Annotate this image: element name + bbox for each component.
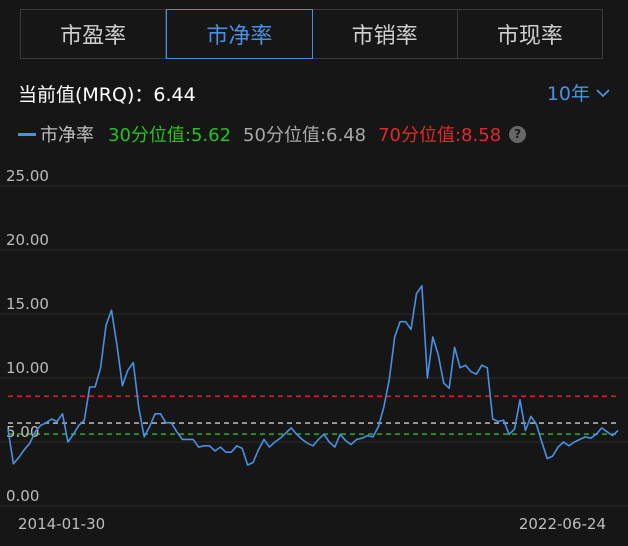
- legend-p50: 50分位值:6.48: [243, 125, 367, 146]
- y-tick-label: 25.00: [6, 167, 49, 185]
- series-swatch: [18, 132, 36, 136]
- series-line: [7, 285, 619, 466]
- period-label: 10年: [546, 83, 590, 105]
- chevron-down-icon: [596, 88, 610, 97]
- tab-pcf-ratio[interactable]: 市现率: [458, 10, 602, 58]
- x-end-label: 2022-06-24: [518, 515, 606, 533]
- legend-series-name: 市净率: [40, 125, 94, 146]
- y-tick-label: 0.00: [6, 487, 39, 505]
- current-value-label: 当前值(MRQ)：: [18, 84, 154, 106]
- legend-p70: 70分位值:8.58: [378, 125, 502, 146]
- current-value: 当前值(MRQ)：6.44: [18, 80, 196, 107]
- y-tick-label: 15.00: [6, 295, 49, 313]
- chart-legend: 市净率 30分位值:5.62 50分位值:6.48 70分位值:8.58 ?: [18, 121, 527, 147]
- tab-pb-ratio[interactable]: 市净率: [166, 9, 313, 59]
- y-tick-label: 20.00: [6, 231, 49, 249]
- legend-p30: 30分位值:5.62: [108, 125, 232, 146]
- help-icon[interactable]: ?: [509, 125, 527, 143]
- pb-ratio-chart: 25.0020.0015.0010.005.000.00: [0, 167, 628, 507]
- x-start-label: 2014-01-30: [18, 515, 106, 533]
- tab-pe-ratio[interactable]: 市盈率: [21, 10, 167, 58]
- tab-ps-ratio[interactable]: 市销率: [313, 10, 458, 58]
- valuation-tabs: 市盈率 市净率 市销率 市现率: [20, 9, 603, 59]
- current-value-number: 6.44: [153, 84, 196, 106]
- period-selector[interactable]: 10年: [547, 79, 610, 106]
- y-tick-label: 10.00: [6, 359, 49, 377]
